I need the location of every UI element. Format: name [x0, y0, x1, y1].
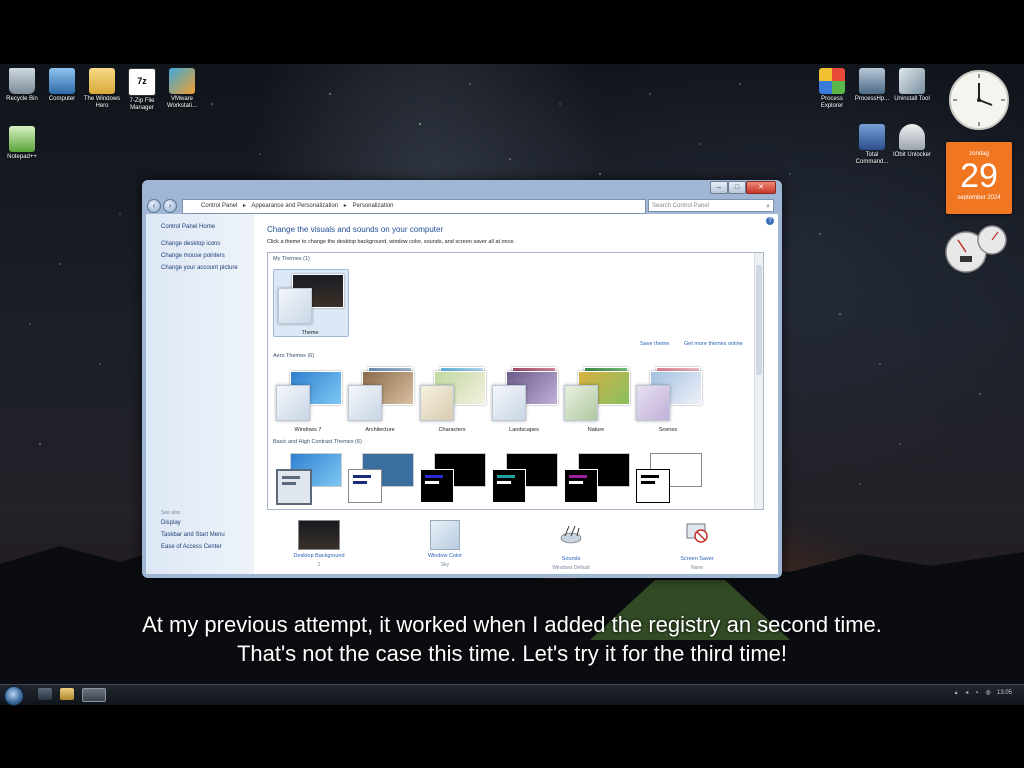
theme-scenes[interactable]: Scenes — [632, 367, 704, 433]
theme-high-contrast-1[interactable] — [416, 453, 488, 509]
window-color-icon — [430, 520, 460, 550]
display-link[interactable]: Display — [161, 520, 181, 526]
get-more-themes-link[interactable]: Get more themes online — [684, 341, 743, 347]
maximize-button[interactable]: □ — [728, 181, 746, 194]
sounds-icon — [560, 525, 582, 544]
back-button[interactable]: ‹ — [147, 199, 161, 213]
subtitle-line-2: That's not the case this time. Let's try… — [236, 641, 788, 666]
theme-architecture[interactable]: Architecture — [344, 367, 416, 433]
theme-windows7-basic[interactable] — [272, 453, 344, 509]
taskbar-clock[interactable]: 13:05 — [997, 690, 1012, 696]
cpu-meter-gadget[interactable] — [944, 224, 1014, 274]
theme-nature[interactable]: Nature — [560, 367, 632, 433]
desktop-background-button[interactable]: Desktop Background 1 — [264, 514, 374, 568]
theme-landscapes[interactable]: Landscapes — [488, 367, 560, 433]
total-commander-icon[interactable]: Total Command... — [850, 124, 894, 166]
aero-themes-heading: Aero Themes (6) — [273, 353, 315, 359]
personalization-window[interactable]: – □ ✕ ‹ › Control Panel ▸ Appearance and… — [142, 180, 782, 578]
process-hacker-icon[interactable]: ProcessHp... — [850, 68, 894, 103]
subtitle-line-1: At my previous attempt, it worked when I… — [142, 612, 882, 637]
forward-button[interactable]: › — [163, 199, 177, 213]
page-title: Change the visuals and sounds on your co… — [267, 225, 444, 234]
taskbar: ▴ ◂ ▪ ◍ 13:05 — [0, 684, 1024, 706]
start-button[interactable] — [4, 686, 24, 706]
system-tray[interactable]: ▴ ◂ ▪ ◍ — [955, 689, 994, 696]
theme-characters[interactable]: Characters — [416, 367, 488, 433]
iobit-unlocker-icon[interactable]: IObit Unlocker — [890, 124, 934, 159]
notepad-icon[interactable]: Notepad++ — [0, 126, 44, 161]
help-icon[interactable]: ? — [766, 217, 774, 225]
sounds-button[interactable]: Sounds Windows Default — [516, 514, 626, 571]
client-area: Control Panel Home Change desktop icons … — [146, 214, 778, 574]
taskbar-ie-icon[interactable] — [38, 688, 52, 700]
my-theme-item[interactable]: Theme — [273, 269, 349, 337]
calendar-date: 29 — [960, 157, 998, 195]
see-also-heading: See also — [161, 510, 181, 516]
screen-saver-icon — [686, 523, 708, 543]
clock-gadget[interactable] — [948, 69, 1010, 131]
change-desktop-icons-link[interactable]: Change desktop icons — [161, 241, 220, 247]
theme-high-contrast-2[interactable] — [488, 453, 560, 509]
calendar-month: september 2024 — [957, 195, 1001, 201]
theme-list-scrollbar[interactable] — [754, 253, 763, 509]
computer-icon[interactable]: Computer — [40, 68, 84, 103]
search-icon[interactable]: ⌕ — [766, 200, 770, 213]
calendar-gadget[interactable]: zondag 29 september 2024 — [946, 142, 1012, 214]
ease-of-access-link[interactable]: Ease of Access Center — [161, 544, 222, 550]
change-account-picture-link[interactable]: Change your account picture — [161, 265, 238, 271]
taskbar-active-window[interactable] — [82, 688, 106, 702]
breadcrumb-control-panel[interactable]: Control Panel — [201, 203, 237, 209]
close-button[interactable]: ✕ — [746, 181, 776, 194]
window-color-button[interactable]: Window Color Sky — [390, 514, 500, 568]
control-panel-home-link[interactable]: Control Panel Home — [161, 224, 215, 230]
my-themes-heading: My Themes (1) — [273, 256, 310, 262]
left-pane: Control Panel Home Change desktop icons … — [146, 214, 254, 574]
taskbar-start-menu-link[interactable]: Taskbar and Start Menu — [161, 532, 225, 538]
save-theme-link[interactable]: Save theme — [640, 341, 669, 347]
page-description: Click a theme to change the desktop back… — [267, 239, 515, 245]
breadcrumb: Control Panel ▸ Appearance and Personali… — [201, 203, 394, 209]
change-mouse-pointers-link[interactable]: Change mouse pointers — [161, 253, 225, 259]
search-input[interactable]: Search Control Panel ⌕ — [648, 199, 774, 212]
nav-buttons: ‹ › — [147, 199, 179, 213]
breadcrumb-appearance[interactable]: Appearance and Personalization — [251, 203, 338, 209]
theme-high-contrast-black[interactable] — [560, 453, 632, 509]
main-pane: ? Change the visuals and sounds on your … — [254, 214, 778, 574]
breadcrumb-personalization[interactable]: Personalization — [352, 203, 393, 209]
taskbar-explorer-icon[interactable] — [60, 688, 74, 700]
7zip-icon[interactable]: 7z 7-Zip File Manager — [120, 68, 164, 112]
minimize-button[interactable]: – — [710, 181, 728, 194]
theme-color-preview — [278, 288, 312, 324]
scrollbar-thumb[interactable] — [756, 265, 762, 375]
address-bar[interactable]: Control Panel ▸ Appearance and Personali… — [182, 199, 646, 214]
personalization-settings-bar: Desktop Background 1 Window Color Sky So… — [254, 514, 778, 574]
process-explorer-icon[interactable]: Process Explorer — [810, 68, 854, 110]
uninstall-tool-icon[interactable]: Uninstall Tool — [890, 68, 934, 103]
title-bar[interactable]: – □ ✕ — [142, 180, 782, 198]
window-controls: – □ ✕ — [710, 181, 776, 194]
video-subtitle: At my previous attempt, it worked when I… — [0, 610, 1024, 668]
basic-themes-heading: Basic and High Contrast Themes (6) — [273, 439, 362, 445]
theme-windows-classic[interactable] — [344, 453, 416, 509]
theme-list[interactable]: My Themes (1) Theme Save theme Get more … — [267, 252, 764, 510]
wallpaper-icon — [298, 520, 340, 550]
recycle-bin-icon[interactable]: Recycle Bin — [0, 68, 44, 103]
vmware-icon[interactable]: VMware Workstati... — [160, 68, 204, 110]
screen-saver-button[interactable]: Screen Saver None — [642, 514, 752, 571]
theme-high-contrast-white[interactable] — [632, 453, 704, 509]
theme-windows7[interactable]: Windows 7 — [272, 367, 344, 433]
folder-icon[interactable]: The Windows Hero — [80, 68, 124, 110]
